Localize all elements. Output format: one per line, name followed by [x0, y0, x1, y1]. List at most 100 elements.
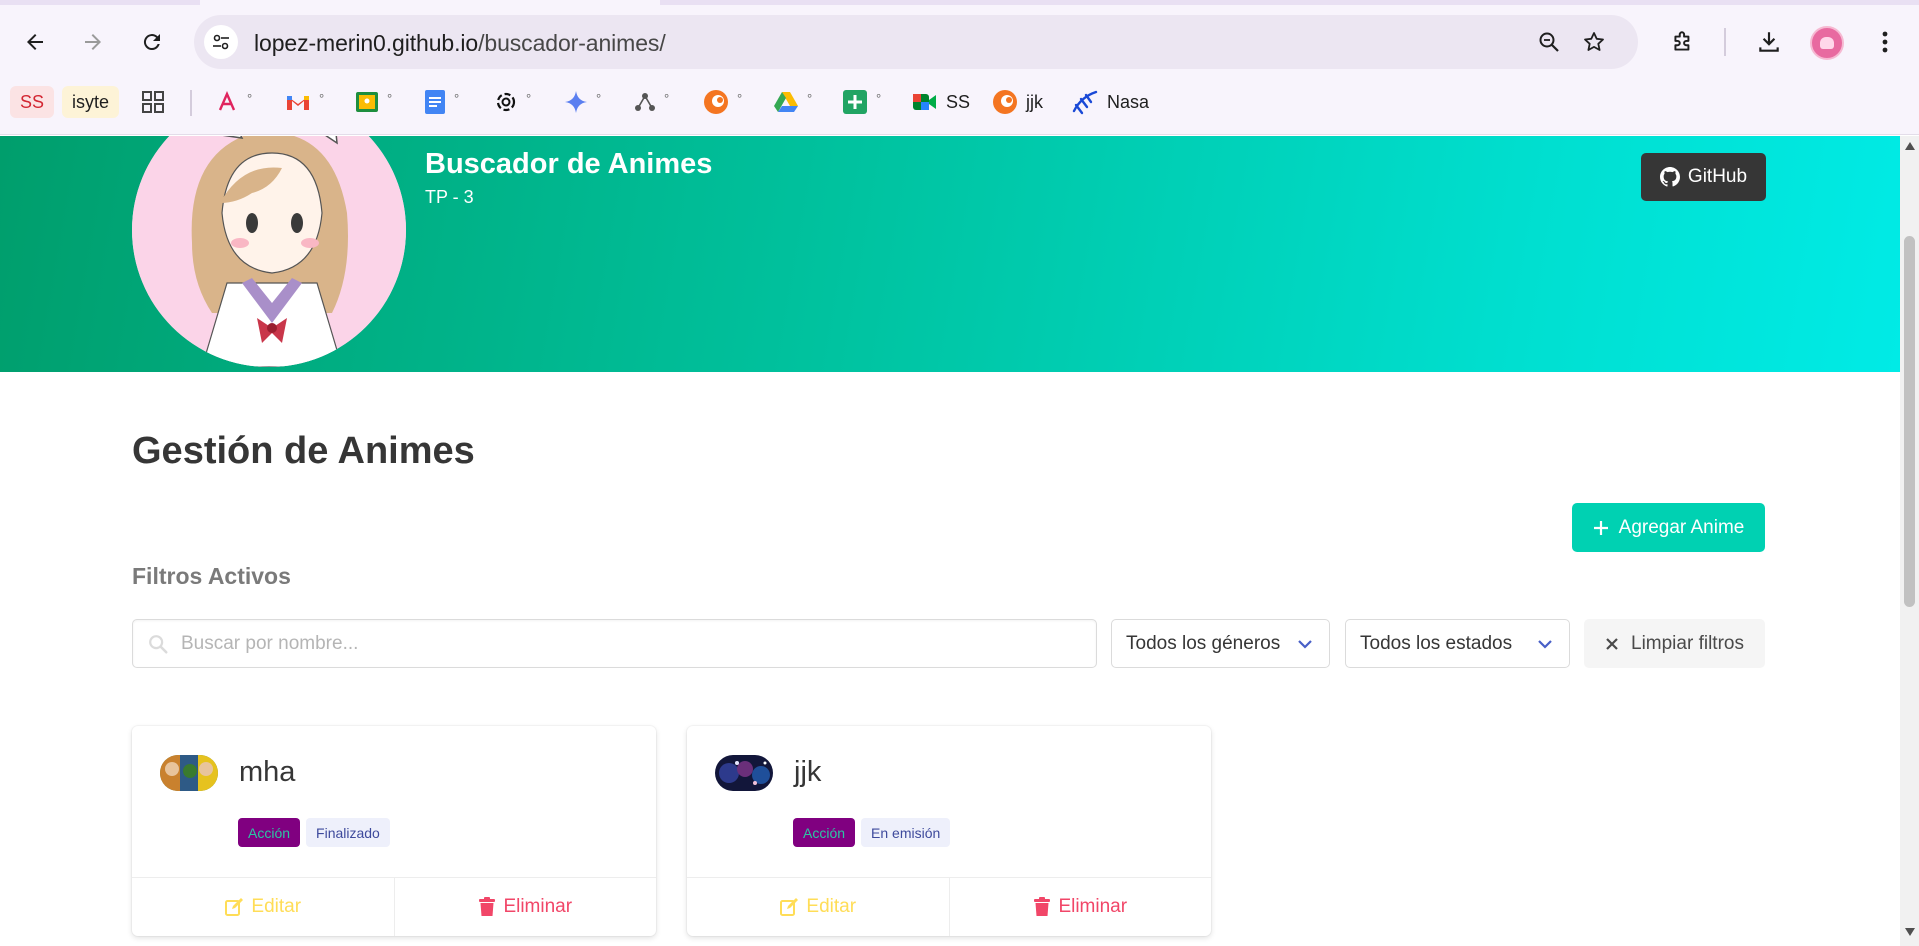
- card-footer: Editar Eliminar: [132, 877, 656, 936]
- delete-label: Eliminar: [503, 896, 573, 917]
- tag-list: Acción Finalizado: [238, 818, 390, 847]
- close-icon: [1606, 637, 1618, 650]
- search-input[interactable]: [181, 620, 1081, 667]
- more-menu-icon[interactable]: [1865, 22, 1905, 62]
- chevron-down-icon: [1538, 640, 1552, 649]
- classroom-icon: [356, 92, 378, 112]
- bookmarks-bar: SS isyte ° ° ° ° ° ° ° ° ° ° SS jjk Nasa: [0, 82, 1919, 122]
- page-scrollbar[interactable]: [1900, 136, 1919, 946]
- bookmark-openai[interactable]: °: [494, 82, 531, 122]
- chevron-down-icon: [1298, 640, 1312, 649]
- meet-icon: [913, 94, 936, 110]
- reload-button[interactable]: [132, 22, 172, 62]
- bookmark-jjk[interactable]: jjk: [992, 82, 1043, 122]
- edit-button[interactable]: Editar: [687, 878, 949, 936]
- bookmark-arc[interactable]: °: [215, 82, 252, 122]
- bookmark-nasa[interactable]: Nasa: [1071, 82, 1149, 122]
- address-bar[interactable]: lopez-merin0.github.io/buscador-animes/: [194, 15, 1638, 69]
- edit-label: Editar: [251, 896, 302, 917]
- github-icon: [1659, 167, 1680, 187]
- anime-thumbnail: [715, 755, 773, 791]
- hero-subtitle: TP - 3: [425, 187, 474, 207]
- bookmark-gemini[interactable]: °: [564, 82, 601, 122]
- drive-icon: [774, 92, 798, 112]
- edit-button[interactable]: Editar: [132, 878, 394, 936]
- genre-select[interactable]: Todos los géneros: [1111, 619, 1330, 668]
- anime-card: mha Acción Finalizado Editar Eliminar: [132, 726, 656, 936]
- forward-button[interactable]: [73, 22, 113, 62]
- back-button[interactable]: [15, 22, 55, 62]
- arrow-right-icon: [85, 34, 101, 50]
- github-button[interactable]: GitHub: [1641, 153, 1766, 201]
- genre-select-value: Todos los géneros: [1126, 632, 1281, 654]
- anime-avatar: [132, 136, 406, 367]
- crunchyroll-icon: [993, 90, 1017, 114]
- gemini-icon: [565, 91, 587, 113]
- apps-grid-icon: [142, 91, 164, 113]
- bookmark-sheets[interactable]: °: [842, 82, 881, 122]
- edit-label: Editar: [806, 896, 857, 917]
- clear-filters-label: Limpiar filtros: [1631, 632, 1744, 654]
- card-footer: Editar Eliminar: [687, 877, 1211, 936]
- hero-title: Buscador de Animes: [425, 148, 713, 180]
- sheets-icon: [843, 90, 867, 114]
- openai-icon: [496, 92, 516, 112]
- anime-girl-illustration: [132, 136, 406, 367]
- hero-banner: Buscador de Animes TP - 3 GitHub: [0, 136, 1900, 372]
- edit-icon: [780, 898, 799, 916]
- genre-tag: Acción: [238, 818, 301, 847]
- scroll-thumb[interactable]: [1904, 236, 1915, 607]
- bookmark-isyte[interactable]: isyte: [62, 82, 120, 122]
- extensions-icon[interactable]: [1663, 22, 1703, 62]
- bookmark-network[interactable]: °: [634, 82, 669, 122]
- anime-title: jjk: [794, 756, 822, 788]
- download-icon[interactable]: [1749, 22, 1789, 62]
- gmail-icon: [287, 96, 309, 110]
- tag-list: Acción En emisión: [793, 818, 951, 847]
- bookmark-gmail[interactable]: °: [285, 82, 324, 122]
- bookmark-drive[interactable]: °: [773, 82, 812, 122]
- anime-card: jjk Acción En emisión Editar Eliminar: [687, 726, 1211, 936]
- delete-button[interactable]: Eliminar: [948, 878, 1212, 936]
- edit-icon: [225, 898, 244, 916]
- filters-heading: Filtros Activos: [132, 563, 291, 589]
- bookmark-classroom[interactable]: °: [355, 82, 392, 122]
- url-text[interactable]: lopez-merin0.github.io/buscador-animes/: [254, 30, 666, 57]
- github-label: GitHub: [1687, 166, 1748, 187]
- tab-strip: [0, 0, 1919, 5]
- search-icon: [149, 635, 168, 654]
- nasa-icon: [1072, 90, 1098, 115]
- anime-title: mha: [239, 756, 296, 788]
- bookmark-apps[interactable]: [141, 82, 165, 122]
- status-tag: En emisión: [861, 818, 951, 847]
- trash-icon: [1034, 897, 1051, 916]
- status-select[interactable]: Todos los estados: [1345, 619, 1570, 668]
- bookmark-ss[interactable]: SS: [10, 82, 55, 122]
- add-anime-button[interactable]: Agregar Anime: [1572, 503, 1765, 552]
- bookmark-star-icon[interactable]: [1580, 28, 1608, 56]
- url-host: lopez-merin0.github.io: [254, 30, 479, 56]
- toolbar-divider: [1724, 28, 1726, 56]
- crunchyroll-icon: [704, 90, 728, 114]
- bookmark-meet-ss[interactable]: SS: [912, 82, 970, 122]
- genre-tag: Acción: [793, 818, 856, 847]
- status-tag: Finalizado: [306, 818, 390, 847]
- zoom-icon[interactable]: [1535, 28, 1563, 56]
- search-field[interactable]: [132, 619, 1097, 668]
- arc-icon: [218, 91, 236, 111]
- tune-icon: [213, 34, 229, 50]
- scroll-up-arrow[interactable]: [1905, 142, 1915, 150]
- clear-filters-button[interactable]: Limpiar filtros: [1584, 619, 1765, 668]
- network-icon: [635, 93, 655, 111]
- profile-avatar[interactable]: [1810, 26, 1844, 60]
- scroll-down-arrow[interactable]: [1905, 928, 1915, 936]
- page-title: Gestión de Animes: [132, 430, 475, 472]
- isyte-chip: isyte: [62, 86, 120, 118]
- bookmark-docs[interactable]: °: [424, 82, 459, 122]
- reload-icon: [143, 34, 160, 51]
- delete-label: Eliminar: [1058, 896, 1128, 917]
- bookmark-crunchyroll[interactable]: °: [703, 82, 742, 122]
- delete-button[interactable]: Eliminar: [393, 878, 657, 936]
- arrow-left-icon: [27, 34, 43, 50]
- site-info-button[interactable]: [204, 25, 238, 59]
